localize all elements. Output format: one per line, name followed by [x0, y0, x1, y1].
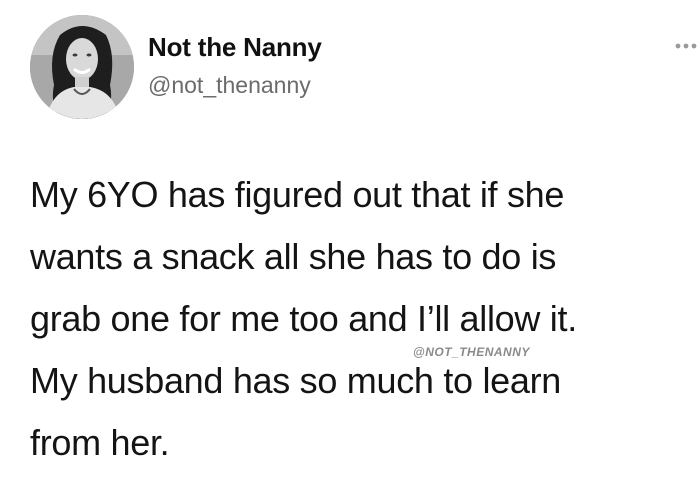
tweet-line: from her.	[30, 422, 170, 463]
author-display-name[interactable]: Not the Nanny	[148, 32, 322, 63]
watermark: @NOT_THENANNY	[413, 345, 530, 359]
avatar[interactable]	[30, 15, 134, 119]
tweet-line: My 6YO has figured out that if she	[30, 174, 565, 215]
tweet-line: My husband has so much to learn	[30, 360, 561, 401]
profile-photo	[30, 15, 134, 119]
tweet-card: Not the Nanny @not_thenanny My 6YO has f…	[0, 0, 700, 483]
author-handle[interactable]: @not_thenanny	[148, 72, 311, 99]
tweet-text: My 6YO has figured out that if she wants…	[30, 164, 680, 474]
tweet-line: wants a snack all she has to do is	[30, 236, 557, 277]
tweet-line: grab one for me too and I’ll allow it.	[30, 298, 577, 339]
more-options-icon[interactable]	[672, 36, 700, 56]
